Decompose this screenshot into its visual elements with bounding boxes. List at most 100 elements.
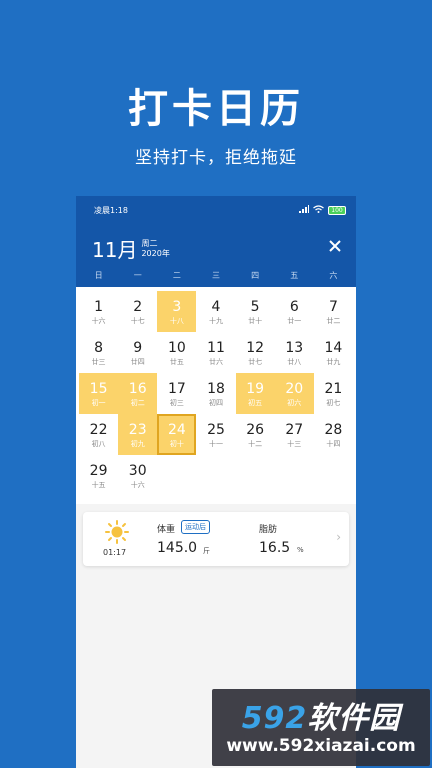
- day-number: 23: [128, 422, 147, 438]
- day-number: 4: [211, 299, 221, 315]
- calendar-day-4[interactable]: 4 十九: [196, 291, 235, 332]
- calendar-day-6[interactable]: 6 廿一: [275, 291, 314, 332]
- weekday-6: 六: [329, 271, 338, 280]
- calendar-day-27[interactable]: 27 十三: [275, 414, 314, 455]
- record-card[interactable]: 01:17 体重 运动后 145.0 斤 脂肪 16.5 % ›: [83, 512, 349, 566]
- weekday-2: 二: [172, 271, 181, 280]
- day-number: 25: [207, 422, 225, 438]
- year-label: 2020年: [141, 248, 170, 258]
- day-number: 3: [172, 299, 182, 315]
- weight-label: 体重: [157, 525, 176, 535]
- watermark-logo: 592软件园 www.592xiazai.com: [212, 689, 430, 766]
- calendar-day-12[interactable]: 12 廿七: [236, 332, 275, 373]
- calendar-day-10[interactable]: 10 廿五: [157, 332, 196, 373]
- calendar-day-1[interactable]: 1 十六: [79, 291, 118, 332]
- lunar-date: 廿八: [287, 358, 302, 366]
- lunar-date: 初四: [208, 399, 223, 407]
- day-number: 6: [289, 299, 299, 315]
- calendar-day-18[interactable]: 18 初四: [196, 373, 235, 414]
- calendar-day-13[interactable]: 13 廿八: [275, 332, 314, 373]
- fat-value: 16.5: [259, 540, 291, 556]
- close-button[interactable]: [328, 234, 342, 258]
- signal-icon: [299, 205, 309, 215]
- calendar-day-21[interactable]: 21 初七: [314, 373, 353, 414]
- calendar-day-20[interactable]: 20 初六: [274, 373, 314, 414]
- day-number: 15: [89, 381, 108, 397]
- day-number: 18: [207, 381, 225, 397]
- month-selector[interactable]: 11月 周二 2020年: [92, 234, 170, 263]
- day-number: 14: [324, 340, 343, 356]
- lunar-date: 初一: [91, 399, 106, 407]
- calendar-day-9[interactable]: 9 廿四: [118, 332, 157, 373]
- calendar-day-30[interactable]: 30 十六: [118, 455, 157, 496]
- calendar-day-22[interactable]: 22 初八: [79, 414, 118, 455]
- lunar-date: 十二: [248, 440, 263, 448]
- day-number: 26: [246, 422, 265, 438]
- calendar-day-7[interactable]: 7 廿二: [314, 291, 353, 332]
- calendar-day-19[interactable]: 19 初五: [235, 373, 275, 414]
- weekday-3: 三: [211, 271, 220, 280]
- calendar-grid: 1 十六 2 十七 3 十八 4 十九 5 廿十 6 廿一 7 廿二 8 廿三 9 廿四 10 廿五 11 廿六 12 廿七 1…: [76, 287, 356, 504]
- day-number: 11: [207, 340, 225, 356]
- calendar-row: 22 初八 23 初九 24 初十 25 十一 26 十二 27 十三 28 十四: [79, 414, 353, 455]
- calendar-day-26[interactable]: 26 十二: [236, 414, 275, 455]
- calendar-day-29[interactable]: 29 十五: [79, 455, 118, 496]
- close-icon: [329, 240, 341, 252]
- calendar-row: 15 初一 16 初二 17 初三 18 初四 19 初五 20 初六 21 初七: [79, 373, 353, 414]
- lunar-date: 廿一: [287, 317, 302, 325]
- weight-value: 145.0: [157, 540, 198, 556]
- sun-icon: [105, 520, 129, 544]
- weekday-label: 周二: [141, 238, 158, 248]
- watermark-brand: 592软件园: [212, 693, 430, 737]
- status-bar: 凌晨1:18 100: [94, 204, 346, 216]
- calendar-day-28[interactable]: 28 十四: [314, 414, 353, 455]
- lunar-date: 初七: [326, 399, 341, 407]
- lunar-date: 十五: [91, 481, 106, 489]
- day-number: 20: [285, 381, 304, 397]
- day-number: 5: [250, 299, 260, 315]
- calendar-day-14[interactable]: 14 廿九: [314, 332, 353, 373]
- weight-unit: 斤: [203, 547, 210, 555]
- calendar-day-17[interactable]: 17 初三: [157, 373, 196, 414]
- promo-subtitle: 坚持打卡，拒绝拖延: [135, 148, 297, 168]
- weekday-4: 四: [251, 271, 260, 280]
- calendar-day-8[interactable]: 8 廿三: [79, 332, 118, 373]
- lunar-date: 廿七: [248, 358, 263, 366]
- day-number: 28: [324, 422, 343, 438]
- calendar-day-3[interactable]: 3 十八: [157, 291, 197, 332]
- promo-title: 打卡日历: [128, 86, 304, 132]
- lunar-date: 十四: [326, 440, 341, 448]
- day-number: 29: [89, 463, 108, 479]
- calendar-empty-cell: [157, 455, 196, 496]
- calendar-day-2[interactable]: 2 十七: [118, 291, 157, 332]
- calendar-day-25[interactable]: 25 十一: [196, 414, 235, 455]
- calendar-empty-cell: [275, 455, 314, 496]
- calendar-day-24[interactable]: 24 初十: [157, 414, 197, 455]
- calendar-day-23[interactable]: 23 初九: [118, 414, 158, 455]
- lunar-date: 廿十: [248, 317, 263, 325]
- status-icons: 100: [299, 205, 346, 215]
- day-number: 24: [167, 422, 186, 438]
- calendar-day-5[interactable]: 5 廿十: [236, 291, 275, 332]
- calendar-day-11[interactable]: 11 廿六: [196, 332, 235, 373]
- fat-unit: %: [297, 546, 304, 554]
- day-number: 22: [89, 422, 108, 438]
- chevron-right-icon: ›: [336, 530, 341, 544]
- weekday-0: 日: [94, 271, 103, 280]
- lunar-date: 廿二: [326, 317, 341, 325]
- calendar-empty-cell: [196, 455, 235, 496]
- lunar-date: 初十: [169, 440, 184, 448]
- calendar-day-16[interactable]: 16 初二: [118, 373, 158, 414]
- calendar-day-15[interactable]: 15 初一: [79, 373, 119, 414]
- day-number: 1: [94, 299, 104, 315]
- lunar-date: 廿四: [130, 358, 145, 366]
- calendar-row: 8 廿三 9 廿四 10 廿五 11 廿六 12 廿七 13 廿八 14 廿九: [79, 332, 353, 373]
- day-number: 8: [94, 340, 104, 356]
- lunar-date: 十一: [208, 440, 223, 448]
- lunar-date: 十九: [208, 317, 223, 325]
- day-number: 9: [133, 340, 143, 356]
- app-header: 凌晨1:18 100 11月 周二 2020年 日 一 二 三 四 五 六: [76, 196, 356, 287]
- lunar-date: 十三: [287, 440, 302, 448]
- day-number: 30: [128, 463, 147, 479]
- day-number: 19: [246, 381, 265, 397]
